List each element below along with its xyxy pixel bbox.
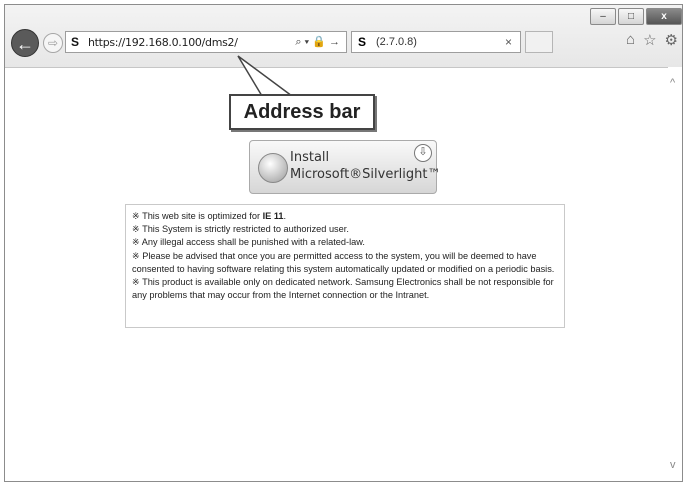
install-silverlight-button[interactable]: Install Microsoft®Silverlight™ ⇩ [249,140,441,194]
address-tools[interactable]: ⌕ ▾ 🔒 → [295,35,340,49]
browser-right-icons: ⌂ ☆ ⚙ [626,31,678,49]
notice-line-4: ※ Please be advised that once you are pe… [132,250,555,274]
site-icon: S [71,35,80,49]
maximize-button[interactable]: □ [618,8,644,25]
silverlight-line2: Microsoft®Silverlight™ [290,167,441,182]
address-bar[interactable]: S https://192.168.0.100/dms2/ ⌕ ▾ 🔒 → [65,31,347,53]
scroll-down-icon[interactable]: v [670,459,676,471]
new-tab-button[interactable] [525,31,553,53]
address-bar-callout: Address bar [229,94,375,130]
vertical-scrollbar[interactable]: ^ v [668,67,682,481]
notice-line-1: ※ This web site is optimized for IE 11. [132,211,287,221]
forward-button[interactable]: ⇨ [43,33,63,53]
scroll-up-icon[interactable]: ^ [670,77,675,89]
browser-tab[interactable]: S (2.7.0.8) × [351,31,521,53]
url-text[interactable]: https://192.168.0.100/dms2/ [88,36,238,49]
notice-line-2: ※ This System is strictly restricted to … [132,224,349,235]
back-button[interactable]: ← [11,29,39,57]
silverlight-logo-icon [258,153,288,183]
back-arrow-icon: ← [16,34,34,54]
silverlight-line1: Install [290,150,330,165]
favorites-icon[interactable]: ☆ [643,31,656,49]
forward-arrow-icon: ⇨ [47,36,59,50]
close-window-button[interactable]: x [646,8,682,25]
notice-line-3: ※ Any illegal access shall be punished w… [132,237,365,248]
notice-line-5: ※ This product is available only on dedi… [132,277,554,301]
notice-box: ※ This web site is optimized for IE 11. … [125,204,565,328]
window-controls: – □ x [590,8,682,25]
tab-close-icon[interactable]: × [505,35,512,49]
tab-site-icon: S [358,35,367,49]
minimize-button[interactable]: – [590,8,616,25]
home-icon[interactable]: ⌂ [626,31,635,49]
download-icon: ⇩ [414,144,432,162]
tab-title: (2.7.0.8) [376,36,417,48]
settings-icon[interactable]: ⚙ [665,31,678,49]
browser-toolbar: – □ x ← ⇨ S https://192.168.0.100/dms2/ … [5,5,682,68]
